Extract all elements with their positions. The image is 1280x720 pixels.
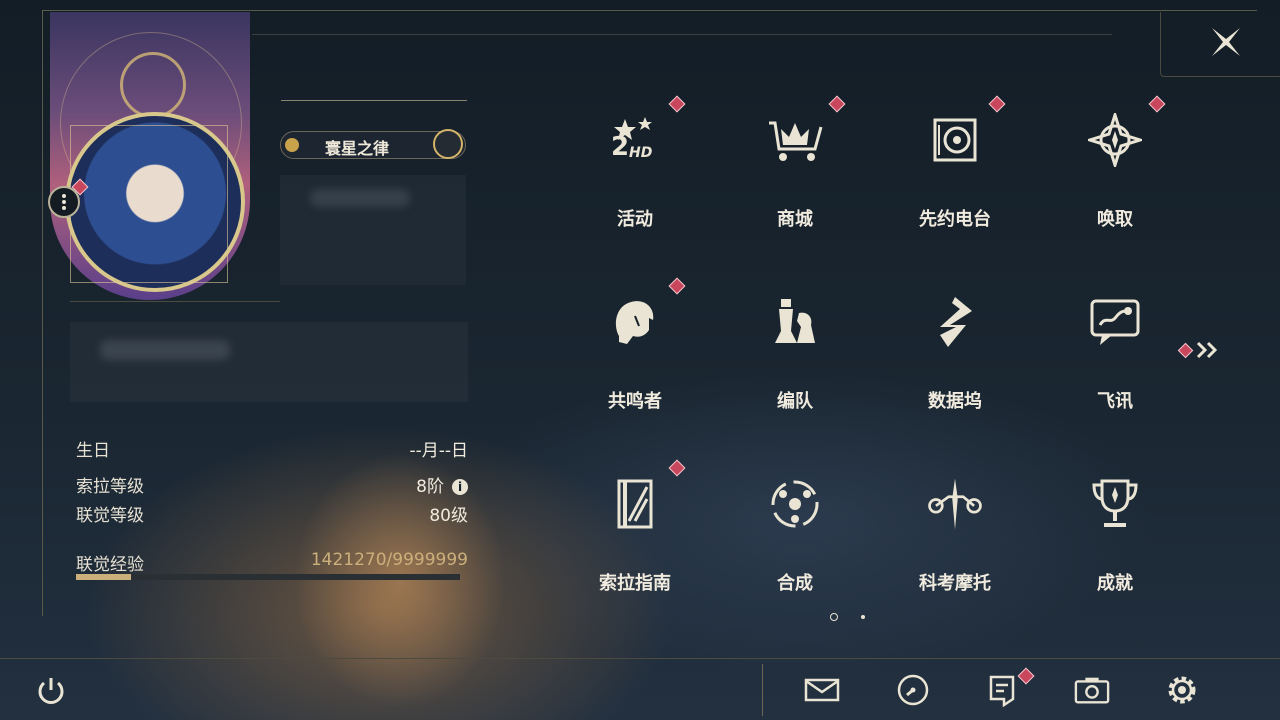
notice-button[interactable] [984,667,1035,708]
camera-button[interactable] [1074,672,1110,708]
radio-icon [925,110,985,170]
notice-icon [989,675,1015,707]
nameplate-emblem-icon [433,129,463,159]
nameplate[interactable]: 寰星之律 [280,129,466,159]
clock-icon [897,674,929,706]
svg-text:HD: HD [629,145,652,161]
exp-progress-bar [76,574,460,580]
stat-birthday: 生日 --月--日 [76,441,468,461]
menu-item-activity-2hd[interactable]: 2 HD 活动 [555,95,715,270]
info-icon[interactable]: i [452,479,468,495]
menu-item-label: 合成 [777,573,813,594]
message-chat-icon [1085,292,1145,352]
next-page-badge [1177,342,1194,358]
menu-item-convene-star[interactable]: 唤取 [1035,95,1195,270]
avatar-frame [70,125,228,283]
menu-item-label: 先约电台 [919,209,991,230]
frame-line-left [42,10,43,616]
shop-cart-icon [765,110,825,170]
menu-item-label: 飞讯 [1097,391,1133,412]
menu-item-shop-cart[interactable]: 商城 [715,95,875,270]
menu-item-label: 编队 [777,391,813,412]
camera-icon [1074,677,1110,704]
menu-item-trophy[interactable]: 成就 [1035,464,1195,634]
menu-item-label: 唤取 [1097,209,1133,230]
mail-button[interactable] [804,672,840,708]
stat-sol-rank: 索拉等级 8阶 i [76,472,468,497]
stat-union-level: 联觉等级 80级 [76,506,468,526]
menu-item-synthesis[interactable]: 合成 [715,464,875,634]
convene-star-icon [1085,110,1145,170]
blurred-name-area [280,175,466,285]
menu-item-label: 科考摩托 [919,573,991,594]
menu-item-radio[interactable]: 先约电台 [875,95,1035,270]
settings-gear-icon [1168,676,1196,704]
data-bank-icon [925,292,985,352]
pager-dot-2[interactable] [861,615,865,619]
nameplate-line [281,100,467,101]
menu-item-motorcycle[interactable]: 科考摩托 [875,464,1035,634]
bottom-bar-line [0,658,1280,659]
settings-button[interactable] [1164,672,1200,708]
double-chevron-right-icon [1196,341,1218,359]
card-divider [70,301,280,302]
guide-book-icon [605,474,665,534]
power-icon [38,678,64,704]
next-page-button[interactable] [1177,340,1221,360]
nameplate-sun-icon [285,138,299,152]
mail-icon [804,678,840,702]
menu-item-label: 活动 [617,209,653,230]
power-button[interactable] [33,673,69,709]
team-chess-icon [765,292,825,352]
frame-line-top [42,10,1257,11]
motorcycle-icon [925,474,985,534]
bottom-bar-separator [762,664,763,716]
menu-item-guide-book[interactable]: 索拉指南 [555,459,715,634]
clock-button[interactable] [895,672,931,708]
frame-line-inner [252,34,1112,35]
pager-dot-1[interactable] [830,613,838,621]
resonator-portrait-icon [605,292,665,352]
synthesis-icon [765,474,825,534]
activity-2hd-icon: 2 HD [605,110,665,170]
close-icon [1212,28,1240,56]
close-button[interactable] [1208,24,1244,60]
nameplate-label: 寰星之律 [325,139,390,158]
menu-item-team-chess[interactable]: 编队 [715,282,875,452]
blurred-signature-area [70,322,468,402]
profile-menu-button[interactable] [48,186,80,218]
menu-item-label: 商城 [777,209,813,230]
menu-item-data-bank[interactable]: 数据坞 [875,282,1035,452]
menu-item-message-chat[interactable]: 飞讯 [1035,282,1195,452]
more-dots-icon [62,193,66,211]
menu-item-label: 索拉指南 [599,573,671,594]
stat-union-exp: 联觉经验 1421270/9999999 [76,550,468,575]
menu-item-label: 成就 [1097,573,1133,594]
trophy-icon [1085,474,1145,534]
menu-item-label: 数据坞 [928,391,982,412]
menu-item-label: 共鸣者 [608,391,662,412]
menu-item-resonator-portrait[interactable]: 共鸣者 [555,277,715,452]
exp-progress-fill [76,574,131,580]
